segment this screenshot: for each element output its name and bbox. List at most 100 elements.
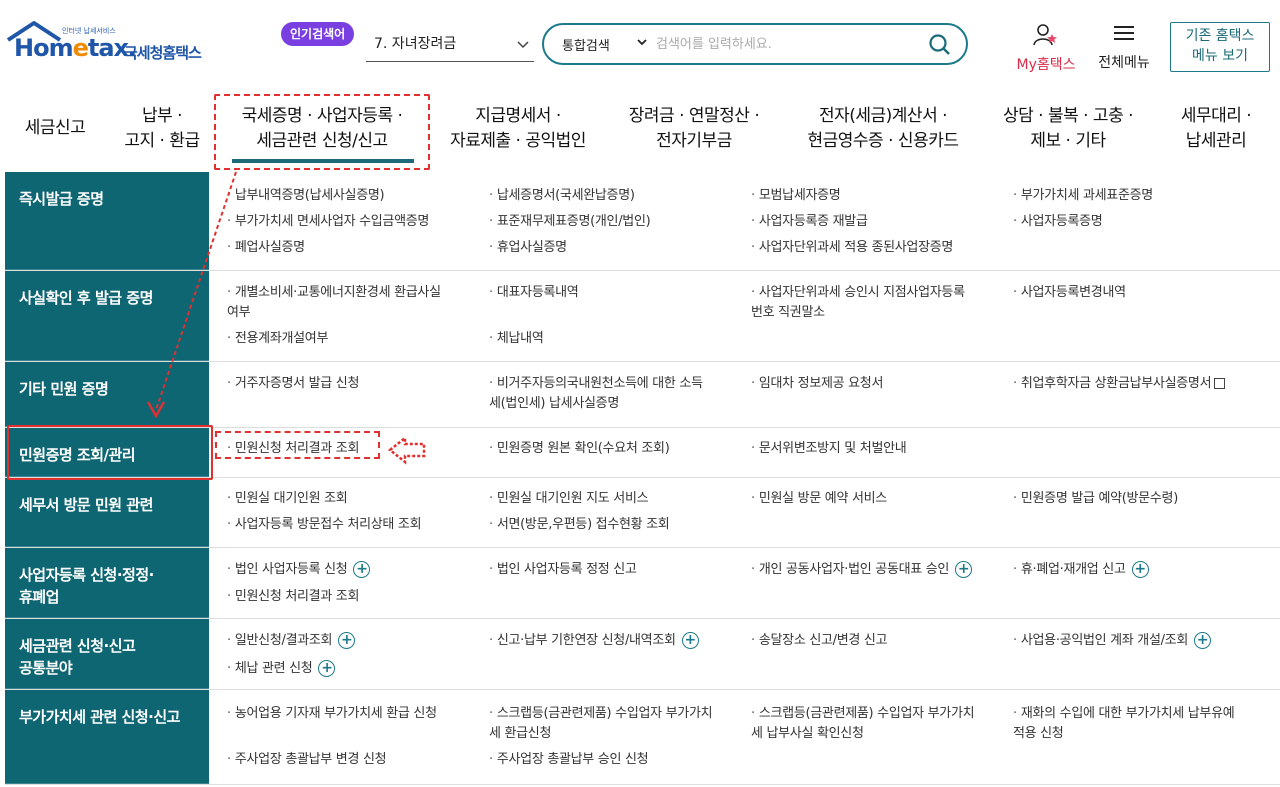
menu-link[interactable]: · 법인 사업자등록 신청 + xyxy=(227,560,371,580)
old-menu-button[interactable]: 기존 홈택스 메뉴 보기 xyxy=(1170,22,1270,72)
search-scope-select[interactable]: 통합검색 xyxy=(562,35,610,54)
menu-link[interactable]: · 법인 사업자등록 정정 신고 xyxy=(489,560,637,580)
menu-link[interactable]: · 사업자등록 방문접수 처리상태 조회 xyxy=(227,515,422,535)
menu-link[interactable]: · 사업자등록증 재발급 xyxy=(751,212,868,232)
menu-link[interactable]: · 납세증명서(국세완납증명) xyxy=(489,186,635,206)
menu-link[interactable]: · 사업자단위과세 적용 종된사업장증명 xyxy=(751,238,953,258)
expand-plus-icon[interactable]: + xyxy=(1194,632,1212,649)
menu-link[interactable]: · 민원실 방문 예약 서비스 xyxy=(751,489,887,509)
menu-link[interactable]: · 전용계좌개설여부 xyxy=(227,329,328,349)
search-input[interactable] xyxy=(656,31,916,57)
menu-link[interactable]: · 개별소비세·교통에너지환경세 환급사실 여부 xyxy=(227,283,477,323)
menu-link[interactable]: · 서면(방문,우편등) 접수현황 조회 xyxy=(489,515,670,535)
menu-link[interactable]: · 휴·폐업·재개업 신고 + xyxy=(1013,560,1149,580)
section-row: 세무서 방문 민원 관련 · 민원실 대기인원 조회 · 사업자등록 방문접수 처리… xyxy=(5,478,1280,548)
expand-plus-icon[interactable]: + xyxy=(681,632,699,649)
menu-link[interactable]: · 신고·납부 기한연장 신청/내역조회 + xyxy=(489,631,699,651)
expand-plus-icon[interactable]: + xyxy=(1131,561,1149,578)
section-title: 사업자등록 신청·정정· 휴폐업 xyxy=(5,548,209,618)
hometax-logo[interactable]: 인터넷 납세서비스 Hometax. 국세청홈택스 xyxy=(6,20,221,72)
menu-link[interactable]: · 스크랩등(금관련제품) 수입업자 부가가치 세 납부사실 확인신청 xyxy=(751,704,1001,744)
menu-link[interactable]: · 부가가치세 면세사업자 수입금액증명 xyxy=(227,212,429,232)
menu-link[interactable]: · 사업용·공익법인 계좌 개설/조회 + xyxy=(1013,631,1212,651)
mytax-label: My홈택스 xyxy=(1016,57,1076,73)
nav-statements[interactable]: 지급명세서 · 자료제출 · 공익법인 xyxy=(438,104,598,154)
section-title: 부가가치세 관련 신청·신고 xyxy=(5,690,209,784)
section-title: 사실확인 후 발급 증명 xyxy=(5,271,209,361)
menu-link[interactable]: · 일반신청/결과조회 + xyxy=(227,631,356,651)
menu-link[interactable]: · 재화의 수입에 대한 부가가치세 납부유예 적용 신청 xyxy=(1013,704,1273,744)
menu-link[interactable]: · 체납내역 xyxy=(489,329,544,349)
menu-link[interactable]: · 민원실 대기인원 조회 xyxy=(227,489,348,509)
chevron-down-icon xyxy=(516,32,530,68)
menu-link[interactable]: · 취업후학자금 상환금납부사실증명서 xyxy=(1013,374,1226,394)
menu-link[interactable]: · 민원증명 원본 확인(수요처 조회) xyxy=(489,439,670,459)
menu-link[interactable]: · 개인 공동사업자·법인 공동대표 승인 + xyxy=(751,560,973,580)
menu-link[interactable]: · 대표자등록내역 xyxy=(489,283,579,303)
all-menu-button[interactable]: 전체메뉴 xyxy=(1092,24,1156,72)
menu-link[interactable]: · 체납 관련 신청 + xyxy=(227,659,336,679)
expand-plus-icon[interactable]: + xyxy=(353,561,371,578)
nav-incentives[interactable]: 장려금 · 연말정산 · 전자기부금 xyxy=(614,104,774,154)
annotation-highlight-box xyxy=(7,425,213,480)
section-title: 세금관련 신청·신고 공통분야 xyxy=(5,619,209,689)
menu-link[interactable]: · 표준재무제표증명(개인/법인) xyxy=(489,212,651,232)
section-row: 기타 민원 증명 · 거주자증명서 발급 신청 · 비거주자등의국내원천소득에 대한… xyxy=(5,362,1280,428)
menu-link[interactable]: · 비거주자등의국내원천소득에 대한 소득 세(법인세) 납세사실증명 xyxy=(489,374,739,414)
popular-search-value: 7. 자녀장려금 xyxy=(374,36,457,52)
site-header: 인터넷 납세서비스 Hometax. 국세청홈택스 인기검색어 7. 자녀장려금… xyxy=(0,0,1280,88)
nav-tax-filing[interactable]: 세금신고 xyxy=(18,116,92,141)
nav-active-underline xyxy=(232,159,414,163)
menu-link[interactable]: · 민원신청 처리결과 조회 xyxy=(227,587,359,607)
menu-link[interactable]: · 문서위변조방지 및 처벌안내 xyxy=(751,439,907,459)
popular-search-badge: 인기검색어 xyxy=(281,22,355,46)
section-title: 기타 민원 증명 xyxy=(5,362,209,427)
logo-brand: Hometax. xyxy=(14,34,137,62)
section-row: 세금관련 신청·신고 공통분야 · 일반신청/결과조회 + · 체납 관련 신청 + ·… xyxy=(5,619,1280,690)
menu-link[interactable]: · 사업자등록증명 xyxy=(1013,212,1103,232)
menu-link[interactable]: · 폐업사실증명 xyxy=(227,238,305,258)
search-icon[interactable] xyxy=(928,33,952,61)
menu-link[interactable]: · 주사업장 총괄납부 승인 신청 xyxy=(489,750,649,770)
nav-tax-agent[interactable]: 세무대리 · 납세관리 xyxy=(1162,104,1270,154)
hamburger-icon xyxy=(1114,26,1134,40)
menu-link[interactable]: · 농어업용 기자재 부가가치세 환급 신청 xyxy=(227,704,437,724)
section-row: 부가가치세 관련 신청·신고 · 농어업용 기자재 부가가치세 환급 신청 · 주사… xyxy=(5,690,1280,785)
menu-link[interactable]: · 모범납세자증명 xyxy=(751,186,841,206)
menu-link[interactable]: · 부가가치세 과세표준증명 xyxy=(1013,186,1153,206)
menu-link[interactable]: · 거주자증명서 발급 신청 xyxy=(227,374,359,394)
menu-link[interactable]: · 납부내역증명(납세사실증명) xyxy=(227,186,385,206)
menu-link[interactable]: · 민원실 대기인원 지도 서비스 xyxy=(489,489,649,509)
nav-payment[interactable]: 납부 · 고지 · 환급 xyxy=(112,104,212,154)
menu-link[interactable]: · 임대차 정보제공 요청서 xyxy=(751,374,883,394)
section-title: 즉시발급 증명 xyxy=(5,172,209,270)
expand-plus-icon[interactable]: + xyxy=(338,632,356,649)
submenu-panel: 즉시발급 증명 · 납부내역증명(납세사실증명) · 부가가치세 면세사업자 수입금… xyxy=(5,172,1280,787)
section-row: 사실확인 후 발급 증명 · 개별소비세·교통에너지환경세 환급사실 여부 · 전용… xyxy=(5,271,1280,362)
nav-consult[interactable]: 상담 · 불복 · 고충 · 제보 · 기타 xyxy=(988,104,1148,154)
old-menu-line1: 기존 홈택스 xyxy=(1185,28,1255,44)
menu-link[interactable]: · 민원증명 발급 예약(방문수령) xyxy=(1013,489,1178,509)
annotation-highlight-box xyxy=(215,431,380,459)
search-bar: 통합검색 xyxy=(542,23,968,65)
popular-search-select[interactable]: 7. 자녀장려금 xyxy=(366,30,534,62)
menu-link[interactable]: · 사업자등록변경내역 xyxy=(1013,283,1126,303)
nav-invoices[interactable]: 전자(세금)계산서 · 현금영수증 · 신용카드 xyxy=(790,104,976,154)
expand-plus-icon[interactable]: + xyxy=(955,561,973,578)
section-title: 세무서 방문 민원 관련 xyxy=(5,478,209,547)
user-icon xyxy=(1033,24,1057,46)
menu-link[interactable]: · 휴업사실증명 xyxy=(489,238,567,258)
menu-link[interactable]: · 송달장소 신고/변경 신고 xyxy=(751,631,888,651)
logo-korean: 국세청홈택스 xyxy=(124,44,202,62)
expand-plus-icon[interactable]: + xyxy=(318,660,336,677)
menu-link[interactable]: · 주사업장 총괄납부 변경 신청 xyxy=(227,750,387,770)
menu-link[interactable]: · 사업자단위과세 승인시 지점사업자등록 번호 직권말소 xyxy=(751,283,1001,323)
main-nav: 세금신고 납부 · 고지 · 환급 국세증명 · 사업자등록 · 세금관련 신청… xyxy=(0,88,1280,172)
section-row: 즉시발급 증명 · 납부내역증명(납세사실증명) · 부가가치세 면세사업자 수입금… xyxy=(5,172,1280,271)
old-menu-line2: 메뉴 보기 xyxy=(1192,48,1248,64)
mytax-button[interactable]: My홈택스 xyxy=(1010,24,1082,74)
menu-link[interactable]: · 스크랩등(금관련제품) 수입업자 부가가치 세 환급신청 xyxy=(489,704,739,744)
external-link-icon xyxy=(1214,378,1226,389)
section-row: 사업자등록 신청·정정· 휴폐업 · 법인 사업자등록 신청 + · 민원신청 처리결… xyxy=(5,548,1280,619)
all-menu-label: 전체메뉴 xyxy=(1098,55,1150,71)
